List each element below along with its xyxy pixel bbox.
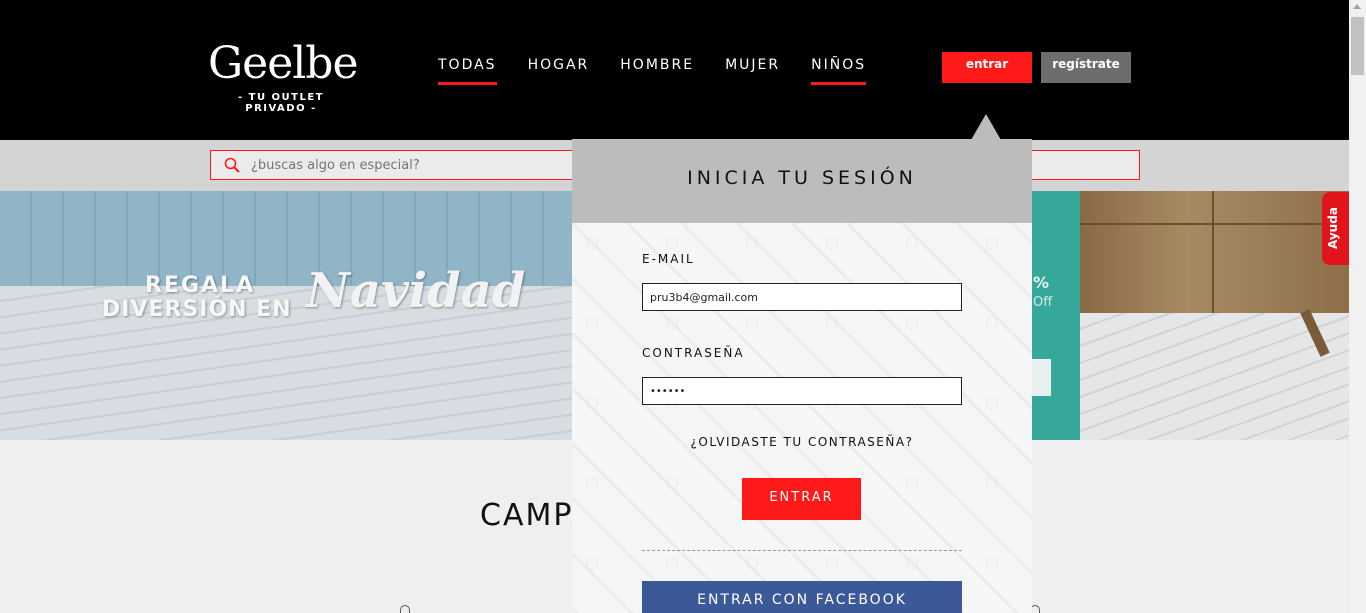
cabinet-divider	[1212, 191, 1214, 313]
cabinet-divider	[1080, 223, 1349, 225]
banner-script-text: Navidad	[306, 263, 526, 319]
email-field[interactable]	[642, 283, 962, 311]
login-popup: INICIA TU SESIÓN E-MAIL CONTRASEÑA ¿OLVI…	[572, 139, 1032, 613]
search-input[interactable]	[251, 154, 551, 176]
logo-wordmark: Geelbe	[208, 38, 359, 89]
banner-headline-line1: REGALA	[145, 273, 256, 298]
password-label: CONTRASEÑA	[642, 346, 745, 360]
popup-background-pattern	[572, 223, 1032, 613]
nav-item-ninos[interactable]: NIÑOS	[811, 57, 867, 85]
banner-promo-box	[1030, 359, 1051, 396]
banner-promo-off: Off	[1033, 295, 1053, 310]
banner-promo-panel	[1030, 191, 1080, 440]
nav-item-mujer[interactable]: MUJER	[725, 57, 780, 85]
page-scrollbar[interactable]	[1349, 0, 1366, 613]
search-icon[interactable]	[224, 157, 240, 173]
help-tab[interactable]: Ayuda	[1322, 192, 1349, 265]
register-button[interactable]: regístrate	[1041, 52, 1131, 83]
email-label: E-MAIL	[642, 252, 695, 266]
submit-login-button[interactable]: ENTRAR	[742, 478, 861, 520]
scroll-up-arrow-icon[interactable]	[1353, 4, 1361, 9]
logo-tagline: - TU OUTLET PRIVADO -	[237, 92, 325, 114]
popup-pointer	[971, 114, 1001, 140]
logo[interactable]: Geelbe - TU OUTLET PRIVADO -	[208, 38, 359, 114]
banner-headline-line2: DIVERSIÓN EN	[102, 297, 292, 322]
popup-divider	[642, 550, 962, 551]
site-header: Geelbe - TU OUTLET PRIVADO - TODAS HOGAR…	[0, 0, 1349, 140]
nav-item-hogar[interactable]: HOGAR	[528, 57, 590, 85]
campaign-icon	[400, 605, 410, 613]
main-nav: TODAS HOGAR HOMBRE MUJER NIÑOS	[438, 57, 897, 85]
nav-item-hombre[interactable]: HOMBRE	[620, 57, 694, 85]
banner-promo-percent: %	[1033, 273, 1050, 292]
scroll-thumb[interactable]	[1351, 17, 1364, 75]
popup-title: INICIA TU SESIÓN	[687, 167, 917, 189]
password-field[interactable]	[642, 377, 962, 405]
login-button[interactable]: entrar	[942, 52, 1032, 83]
nav-item-todas[interactable]: TODAS	[438, 57, 497, 85]
forgot-password-link[interactable]: ¿OLVIDASTE TU CONTRASEÑA?	[572, 435, 1032, 449]
facebook-login-button[interactable]: ENTRAR CON FACEBOOK	[642, 581, 962, 613]
cabinet-image	[1080, 191, 1349, 313]
popup-header: INICIA TU SESIÓN	[572, 139, 1032, 223]
banner-furniture-image	[1080, 191, 1349, 440]
help-tab-label: Ayuda	[1326, 207, 1340, 249]
